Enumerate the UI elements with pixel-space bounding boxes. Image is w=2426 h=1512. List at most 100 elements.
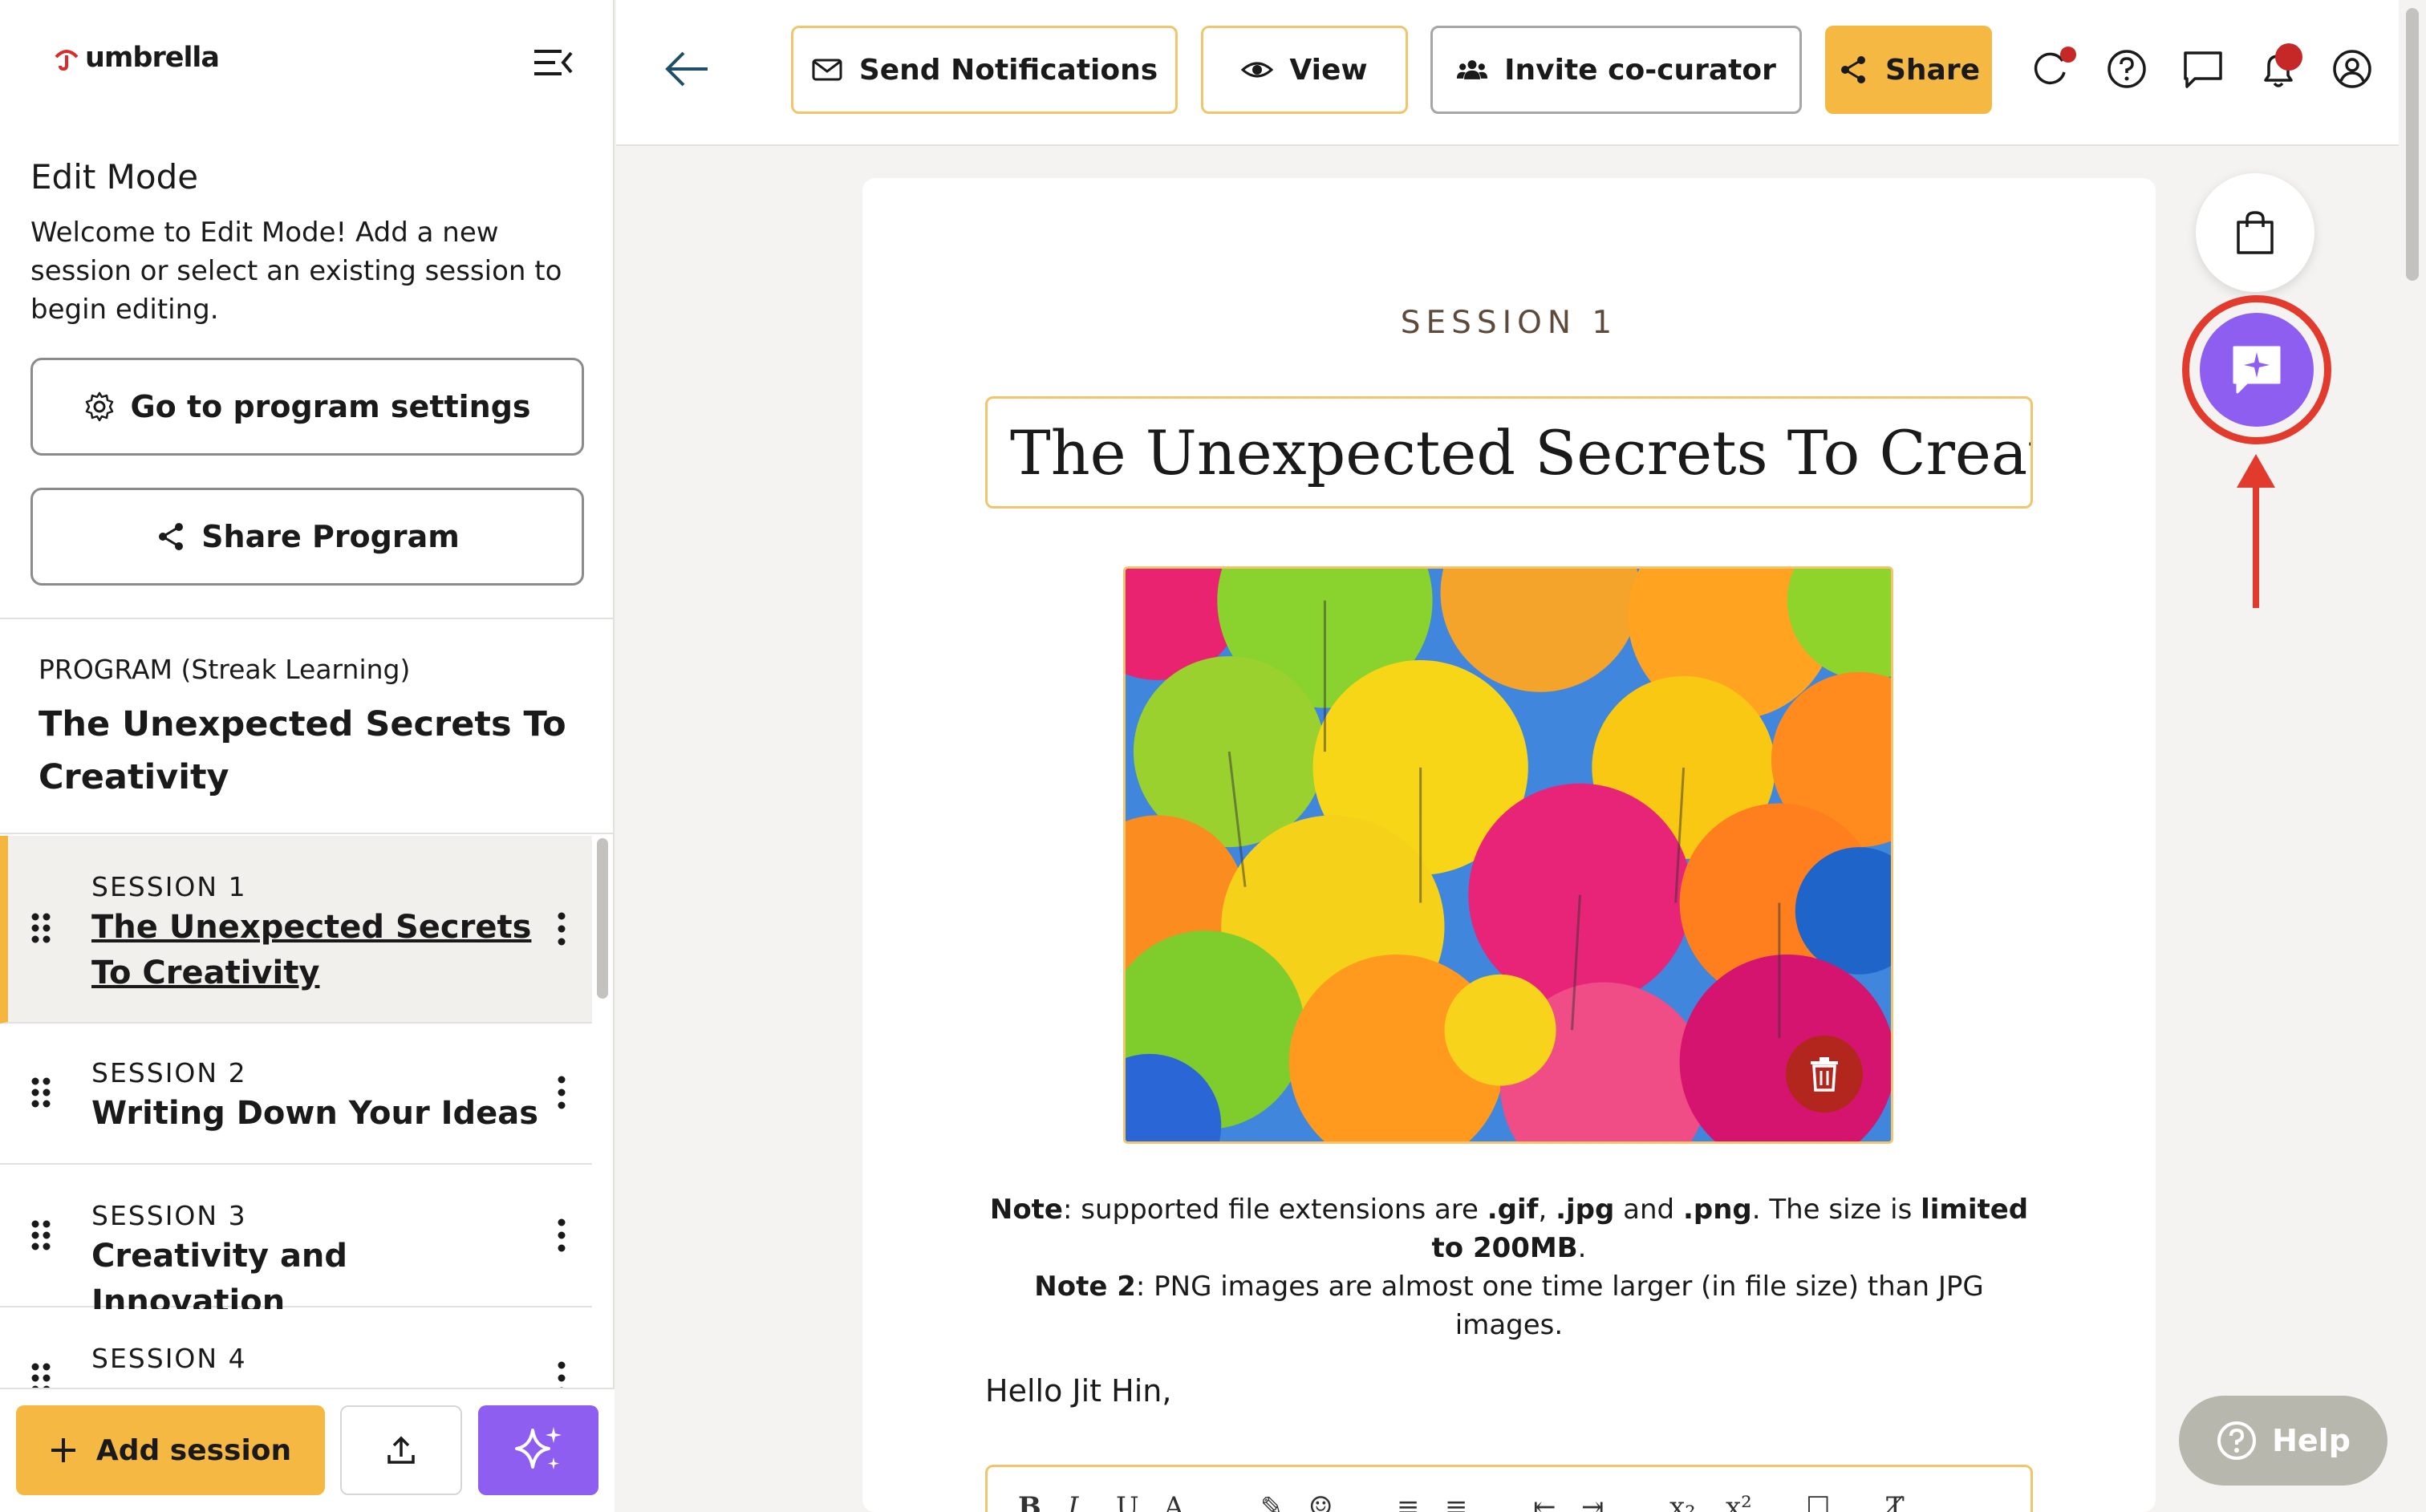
arrow-left-icon[interactable] xyxy=(663,50,711,88)
upload-button[interactable] xyxy=(340,1405,462,1495)
sidebar-divider xyxy=(0,618,615,619)
session-item-4[interactable]: SESSION 4 xyxy=(0,1309,592,1388)
delete-image-button[interactable] xyxy=(1786,1036,1863,1113)
gear-icon xyxy=(86,391,114,422)
checkbox-icon[interactable]: ☐ xyxy=(1806,1491,1830,1512)
drag-handle-icon[interactable] xyxy=(30,1076,51,1109)
period: . xyxy=(1577,1232,1587,1264)
share-label: Share xyxy=(1884,53,1981,87)
separator: , xyxy=(1538,1194,1556,1226)
note-text: : supported file extensions are xyxy=(1063,1194,1487,1226)
session-title-input[interactable]: The Unexpected Secrets To Creativity xyxy=(985,396,2033,509)
session-label: SESSION 1 xyxy=(1400,305,1618,341)
envelope-icon xyxy=(812,59,842,81)
share-icon xyxy=(159,523,184,550)
indent-icon[interactable]: ⇥ xyxy=(1581,1491,1604,1512)
menu-collapse-icon[interactable] xyxy=(533,47,574,79)
invite-co-curator-button[interactable]: Invite co-curator xyxy=(1430,26,1802,114)
drag-handle-icon[interactable] xyxy=(30,1219,51,1251)
clear-format-icon[interactable]: T̸ xyxy=(1886,1491,1905,1512)
note-line-1: Note: supported file extensions are .gif… xyxy=(985,1190,2033,1267)
add-session-label: Add session xyxy=(95,1433,292,1467)
session-list: SESSION 1 The Unexpected Secrets To Crea… xyxy=(0,834,592,1388)
separator: and xyxy=(1614,1194,1683,1226)
share-program-label: Share Program xyxy=(201,519,460,554)
users-icon xyxy=(1457,60,1488,79)
add-session-button[interactable]: Add session xyxy=(16,1405,325,1495)
kebab-icon[interactable] xyxy=(552,911,571,947)
app-logo[interactable]: umbrella xyxy=(53,42,220,74)
edit-mode-description: Welcome to Edit Mode! Add a new session … xyxy=(30,217,562,326)
invite-label: Invite co-curator xyxy=(1504,53,1776,87)
session-number: SESSION 3 xyxy=(91,1200,247,1231)
session-number: SESSION 4 xyxy=(91,1343,247,1374)
share-program-button[interactable]: Share Program xyxy=(30,488,584,586)
emoji-icon[interactable]: ☺ xyxy=(1308,1491,1333,1512)
note-text: . The size is xyxy=(1751,1194,1921,1226)
session-list-scrollbar[interactable] xyxy=(597,838,608,999)
ext-gif: .gif xyxy=(1487,1194,1539,1226)
highlight-icon[interactable]: ✎ xyxy=(1260,1491,1284,1512)
view-button[interactable]: View xyxy=(1201,26,1408,114)
bold-icon[interactable]: B xyxy=(1018,1491,1041,1512)
session-number: SESSION 2 xyxy=(91,1057,247,1088)
session-title[interactable]: The Unexpected Secrets To Creativity xyxy=(91,905,541,996)
red-arrow-annotation xyxy=(2237,454,2275,608)
ordered-list-icon[interactable]: ≡ xyxy=(1397,1491,1420,1512)
umbrellas-image xyxy=(1126,569,1891,1141)
chat-sparkle-icon xyxy=(2233,346,2281,394)
umbrella-logo-icon xyxy=(55,50,79,71)
ext-png: .png xyxy=(1682,1194,1752,1226)
session-item-3[interactable]: SESSION 3 Creativity and Innovation xyxy=(0,1166,592,1320)
sparkles-icon xyxy=(515,1427,562,1469)
unordered-list-icon[interactable]: ≡ xyxy=(1445,1491,1468,1512)
session-number: SESSION 1 xyxy=(91,871,247,902)
program-settings-button[interactable]: Go to program settings xyxy=(30,358,584,456)
ai-chat-button[interactable] xyxy=(2200,313,2314,427)
upload-icon xyxy=(387,1436,415,1464)
help-circle-icon xyxy=(2217,1421,2257,1460)
session-item-1[interactable]: SESSION 1 The Unexpected Secrets To Crea… xyxy=(0,836,592,1024)
subscript-icon[interactable]: x₂ xyxy=(1669,1491,1696,1512)
session-item-2[interactable]: SESSION 2 Writing Down Your Ideas xyxy=(0,1024,592,1165)
notification-dot xyxy=(2275,43,2302,71)
ext-jpg: .jpg xyxy=(1556,1194,1615,1226)
edit-mode-title: Edit Mode xyxy=(30,157,199,197)
program-settings-label: Go to program settings xyxy=(130,389,531,424)
plus-icon xyxy=(51,1438,75,1462)
shopping-bag-icon xyxy=(2237,211,2274,254)
program-type-label: PROGRAM (Streak Learning) xyxy=(39,654,411,685)
chat-icon[interactable] xyxy=(2182,48,2224,90)
email-greeting[interactable]: Hello Jit Hin, xyxy=(985,1373,1171,1409)
view-label: View xyxy=(1289,53,1368,87)
superscript-icon[interactable]: x² xyxy=(1726,1491,1752,1512)
note-line-2: Note 2: PNG images are almost one time l… xyxy=(985,1267,2033,1344)
share-button[interactable]: Share xyxy=(1825,26,1992,114)
help-label: Help xyxy=(2272,1423,2351,1458)
kebab-icon[interactable] xyxy=(552,1075,571,1110)
drag-handle-icon[interactable] xyxy=(30,1362,51,1388)
send-notifications-label: Send Notifications xyxy=(858,53,1158,87)
kebab-icon[interactable] xyxy=(552,1360,571,1388)
trash-icon xyxy=(1811,1057,1838,1092)
ai-generate-button[interactable] xyxy=(478,1405,598,1495)
text-color-icon[interactable]: A xyxy=(1164,1491,1184,1512)
help-button[interactable]: Help xyxy=(2179,1396,2387,1486)
help-circle-icon[interactable] xyxy=(2106,48,2148,90)
session-cover-image[interactable] xyxy=(1123,566,1893,1144)
session-title[interactable]: Writing Down Your Ideas xyxy=(91,1091,541,1137)
shopping-bag-button[interactable] xyxy=(2196,173,2314,292)
drag-handle-icon[interactable] xyxy=(30,912,51,944)
rich-text-toolbar: B I U A ✎ ☺ ≡ ≡ ⇤ ⇥ x₂ x² ☐ T̸ xyxy=(985,1465,2033,1512)
kebab-icon[interactable] xyxy=(552,1218,571,1253)
program-title: The Unexpected Secrets To Creativity xyxy=(39,704,566,797)
upload-note: Note: supported file extensions are .gif… xyxy=(985,1190,2033,1344)
italic-icon[interactable]: I xyxy=(1068,1491,1078,1512)
underline-icon[interactable]: U xyxy=(1116,1491,1139,1512)
page-scrollbar[interactable] xyxy=(2406,8,2419,281)
logo-text: umbrella xyxy=(85,42,220,74)
user-circle-icon[interactable] xyxy=(2331,48,2373,90)
outdent-icon[interactable]: ⇤ xyxy=(1533,1491,1556,1512)
notification-dot xyxy=(2060,47,2076,63)
send-notifications-button[interactable]: Send Notifications xyxy=(791,26,1178,114)
